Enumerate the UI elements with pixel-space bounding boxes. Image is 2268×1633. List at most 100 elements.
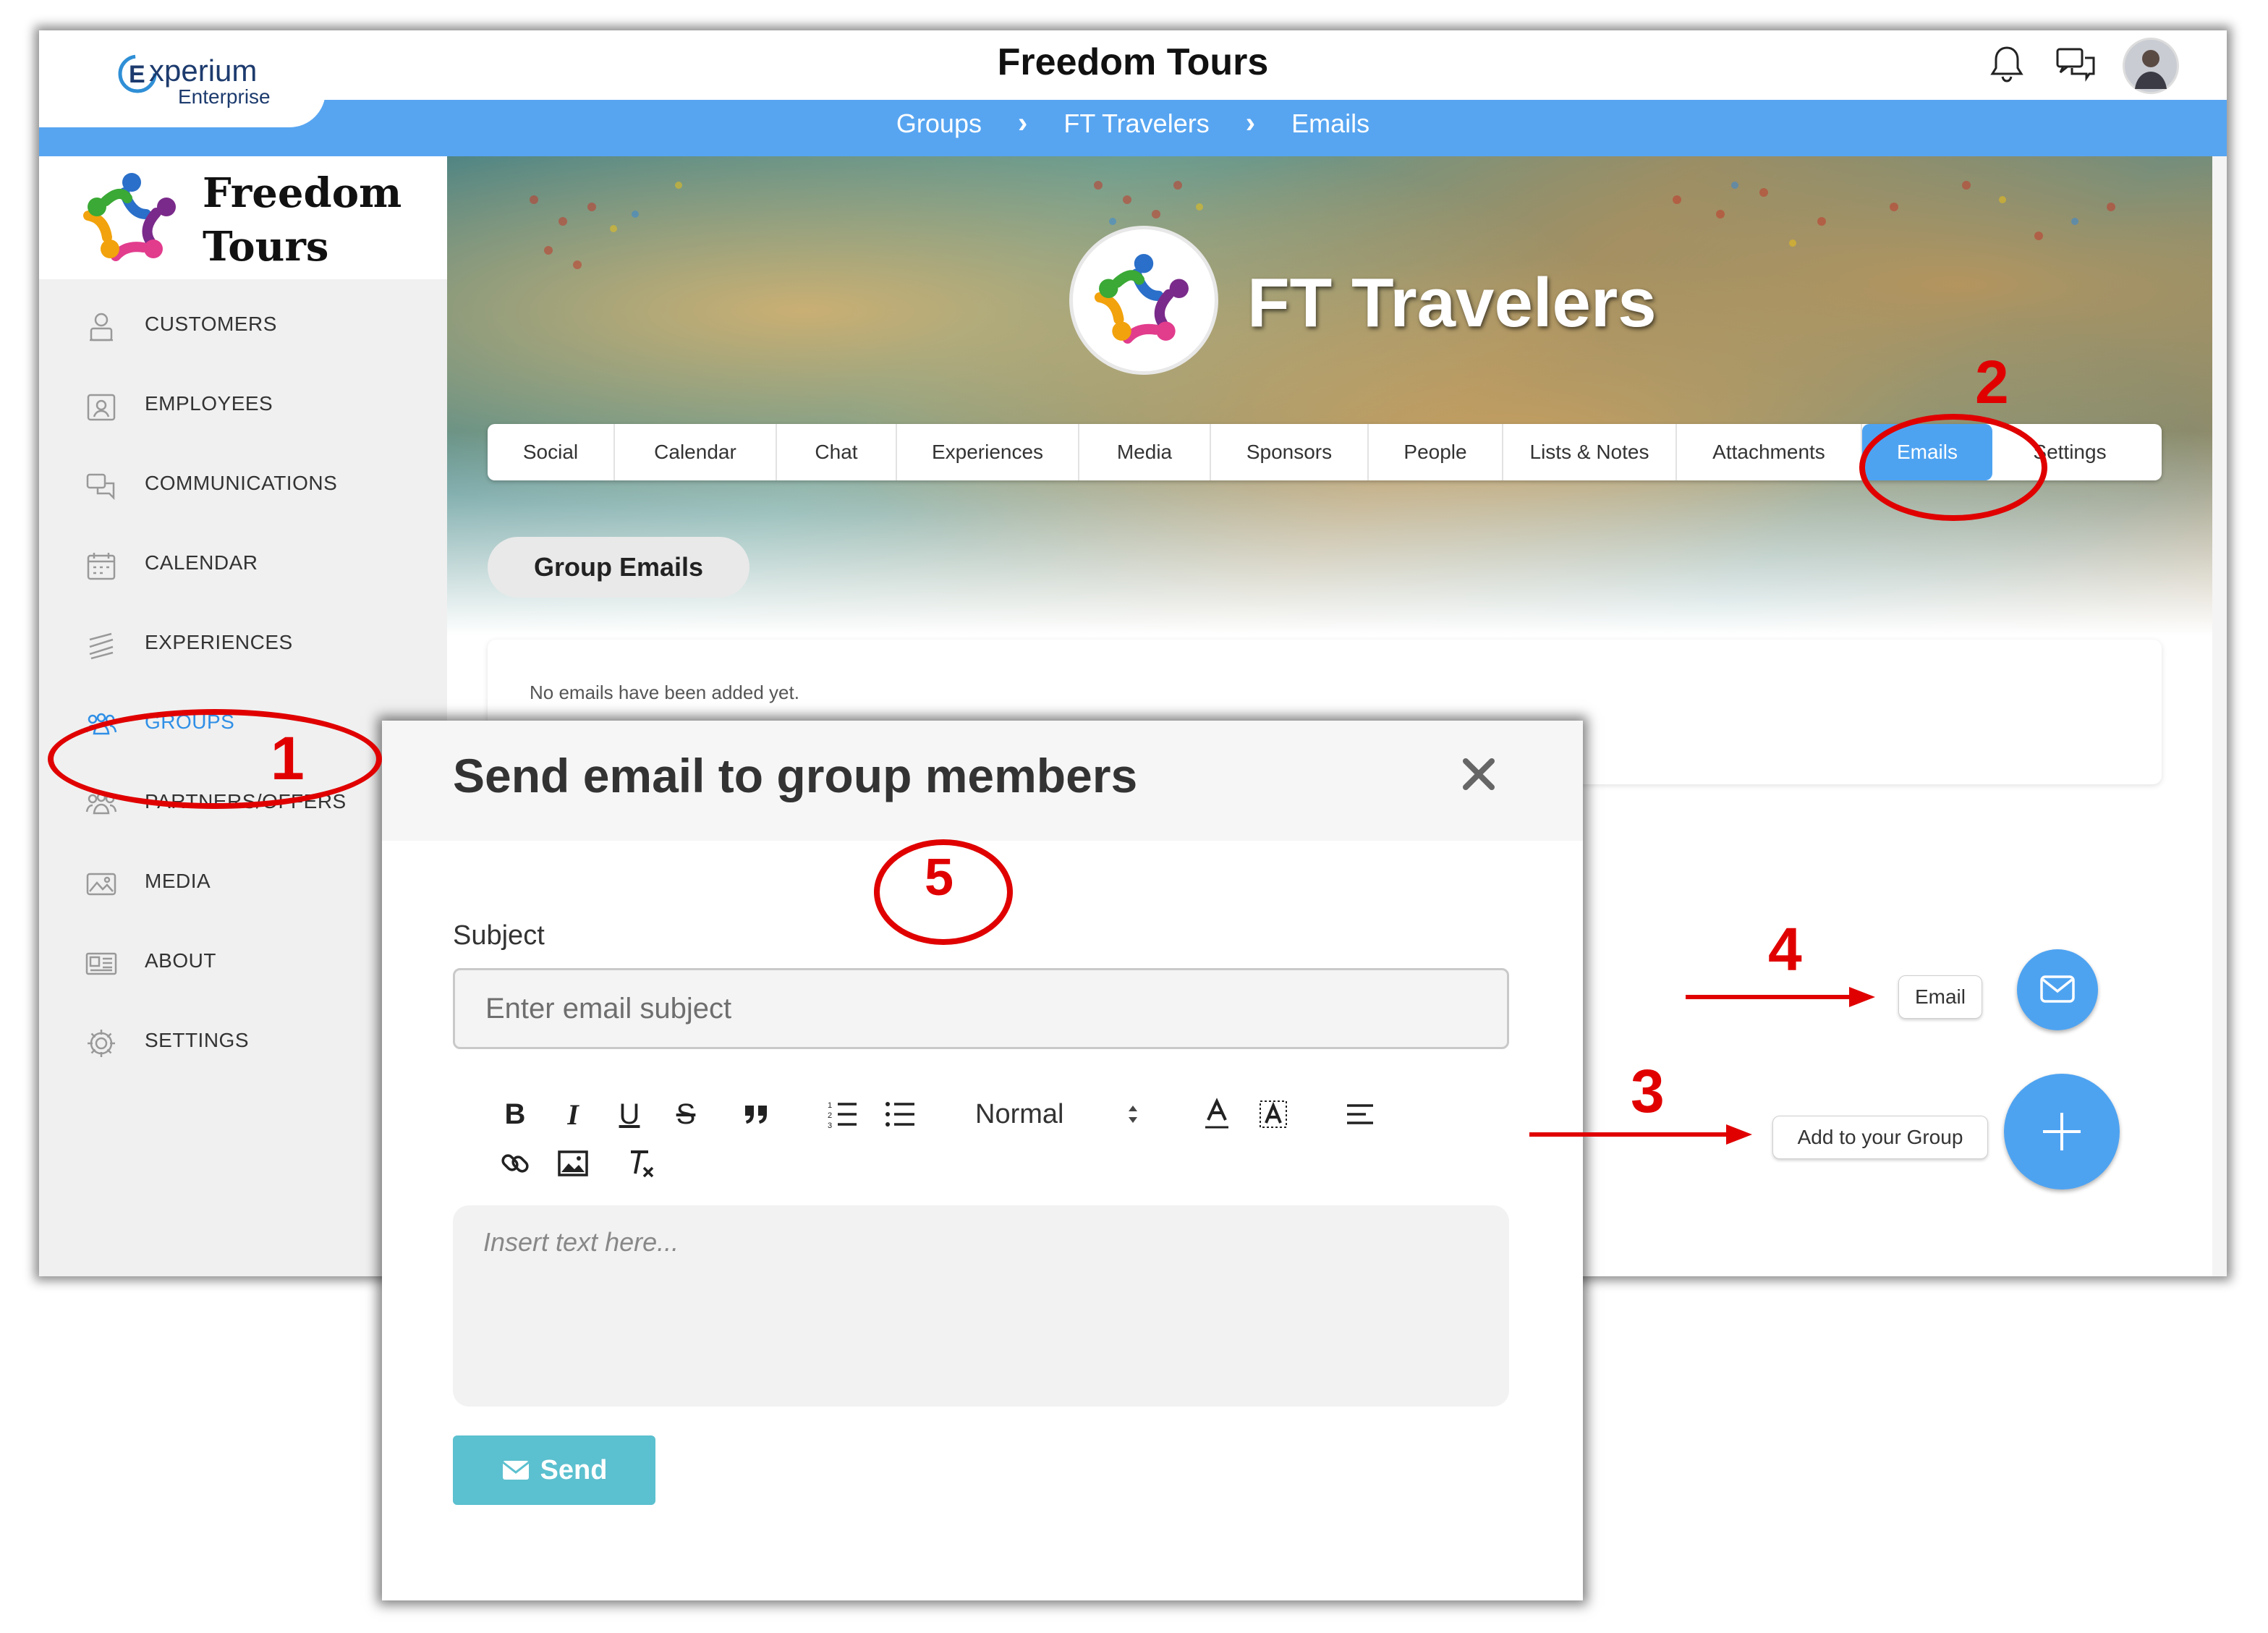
annotation-ellipse-groups [48,709,382,809]
clear-format-icon [631,1150,654,1178]
gear-icon [85,1027,117,1059]
text-color-button[interactable] [1197,1094,1237,1134]
app-logo[interactable]: E xperium Enterprise [39,30,326,127]
bullet-list-icon [885,1102,914,1127]
svg-text:E: E [129,61,145,88]
ordered-list-button[interactable]: 123 [822,1094,862,1134]
tab-people[interactable]: People [1369,424,1503,480]
annotation-ellipse-emails-tab [1859,414,2047,521]
envelope-icon [2040,975,2075,1003]
send-button-label: Send [540,1454,608,1485]
group-name: FT Travelers [1247,264,1657,342]
email-fab-button[interactable] [2017,949,2098,1030]
add-fab-button[interactable] [2004,1074,2120,1189]
sidebar-item-label: EMPLOYEES [145,392,273,415]
email-body-editor[interactable]: Insert text here... [453,1205,1509,1407]
user-avatar[interactable] [2123,38,2179,94]
tab-social[interactable]: Social [488,424,615,480]
sidebar-item-label: COMMUNICATIONS [145,472,338,494]
tab-attachments[interactable]: Attachments [1677,424,1862,480]
sidebar-item-label: SETTINGS [145,1029,250,1051]
email-fab-label[interactable]: Email [1898,975,1982,1019]
sidebar-item-label: EXPERIENCES [145,631,293,653]
section-title: Group Emails [488,537,749,598]
breadcrumb: Groups › FT Travelers › Emails [39,107,2227,140]
sidebar-item-label: CALENDAR [145,551,258,574]
annotation-number-5: 5 [925,849,954,907]
modal-title: Send email to group members [453,749,1138,802]
sidebar-item-label: ABOUT [145,949,216,972]
image-icon [558,1150,588,1176]
sidebar-item-label: CUSTOMERS [145,313,277,335]
text-style-select[interactable]: Normal [975,1094,1142,1134]
freedom-tours-logo-icon [72,159,191,278]
brand-name-line2: Tours [203,223,329,271]
tab-calendar[interactable]: Calendar [615,424,777,480]
tab-experiences[interactable]: Experiences [897,424,1079,480]
experiences-icon [85,629,117,661]
subject-input[interactable] [453,968,1509,1049]
customers-icon [85,311,117,343]
tab-media[interactable]: Media [1079,424,1211,480]
image-button[interactable] [553,1143,593,1184]
calendar-icon [85,550,117,582]
underline-button[interactable]: U [609,1094,650,1134]
sidebar-item-experiences[interactable]: EXPERIENCES [39,605,447,684]
sidebar-item-calendar[interactable]: CALENDAR [39,525,447,605]
editor-placeholder: Insert text here... [483,1227,679,1257]
link-button[interactable] [495,1143,535,1184]
sidebar-item-label: MEDIA [145,870,211,892]
tab-sponsors[interactable]: Sponsors [1211,424,1369,480]
text-style-value: Normal [975,1098,1064,1129]
subject-label: Subject [453,920,545,951]
blockquote-button[interactable] [736,1094,777,1134]
highlight-color-button[interactable] [1253,1094,1294,1134]
sidebar-item-communications[interactable]: COMMUNICATIONS [39,446,447,525]
text-color-icon [1205,1098,1228,1129]
chat-bubbles-icon[interactable] [2053,42,2099,88]
sidebar-item-customers[interactable]: CUSTOMERS [39,287,447,366]
media-icon [85,868,117,900]
sidebar-item-employees[interactable]: EMPLOYEES [39,366,447,446]
svg-text:3: 3 [828,1121,832,1129]
scrollbar[interactable] [2212,156,2227,1276]
app-logo-subtitle: Enterprise [178,85,271,108]
strikethrough-button[interactable]: S [666,1094,706,1134]
annotation-number-3: 3 [1631,1057,1665,1125]
svg-text:2: 2 [828,1111,832,1120]
breadcrumb-emails: Emails [1291,109,1370,138]
app-logo-name: xperium [149,54,258,88]
clear-formatting-button[interactable] [621,1143,661,1184]
italic-button[interactable]: I [553,1094,593,1134]
chevron-right-icon: › [1245,107,1256,139]
bullet-list-button[interactable] [880,1094,920,1134]
communications-icon [85,470,117,502]
plus-icon [2043,1113,2081,1150]
breadcrumb-bar: Groups › FT Travelers › Emails [39,100,2227,156]
svg-text:1: 1 [828,1101,832,1110]
ordered-list-icon: 123 [828,1101,857,1129]
tab-chat[interactable]: Chat [777,424,897,480]
app-title: Freedom Tours [997,41,1269,83]
align-left-icon [1347,1104,1373,1124]
about-icon [85,948,117,980]
envelope-icon [501,1461,530,1480]
breadcrumb-groups[interactable]: Groups [896,109,982,138]
group-logo [1069,226,1218,375]
breadcrumb-ft-travelers[interactable]: FT Travelers [1063,109,1209,138]
add-to-group-label[interactable]: Add to your Group [1772,1116,1988,1159]
send-button[interactable]: Send [453,1435,655,1505]
highlight-icon [1260,1100,1287,1128]
close-icon[interactable] [1458,754,1499,794]
align-button[interactable] [1340,1094,1380,1134]
top-bar: Freedom Tours [39,30,2227,100]
annotation-arrow-4 [1686,987,1875,1007]
link-icon [501,1154,529,1173]
bold-button[interactable]: B [495,1094,535,1134]
tab-lists-notes[interactable]: Lists & Notes [1503,424,1677,480]
brand-name: Freedom Tours [203,166,402,273]
empty-state-message: No emails have been added yet. [530,682,799,703]
modal-header: Send email to group members [382,721,1583,841]
brand-header: Freedom Tours [39,156,447,279]
bell-icon[interactable] [1984,42,2030,88]
